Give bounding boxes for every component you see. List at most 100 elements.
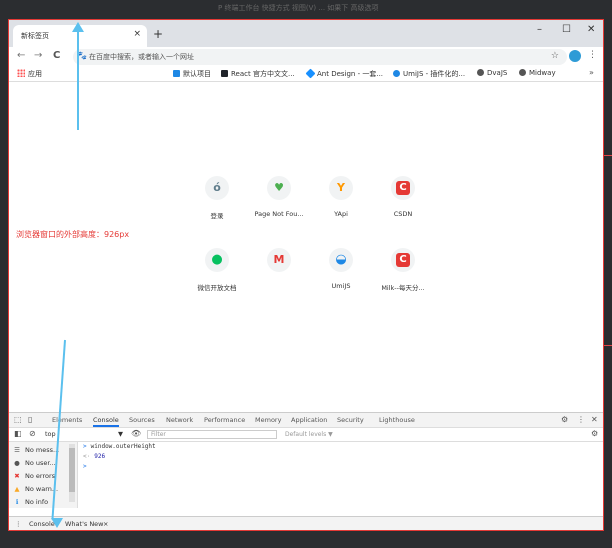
bookmark-item[interactable]: Ant Design - 一套... [305, 68, 383, 79]
shortcut-tile[interactable]: ó 登录 [187, 176, 247, 220]
clear-console-icon[interactable]: ⊘ [29, 429, 36, 438]
bookmark-item[interactable]: UmiJS - 插件化的... [393, 69, 465, 79]
shortcut-tile[interactable]: C Milk--每天分... [373, 248, 433, 292]
tab-application[interactable]: Application [291, 416, 327, 424]
context-value: top [45, 430, 56, 438]
sidebar-item-errors[interactable]: ✖ No errors [13, 472, 55, 480]
sidebar-toggle-icon[interactable]: ◧ [14, 429, 22, 438]
console-text: window.outerHeight [90, 443, 156, 450]
list-icon: ☰ [14, 446, 20, 454]
shortcut-tile[interactable]: C CSDN [373, 176, 433, 218]
console-settings-gear-icon[interactable]: ⚙ [591, 429, 598, 438]
bookmark-item[interactable]: Midway [519, 69, 556, 77]
shortcut-icon-circle: C [391, 248, 415, 272]
sidebar-item-info[interactable]: ℹ No info [13, 498, 48, 506]
drawer-tab-whats-new[interactable]: What's New [65, 520, 104, 528]
tab-sources[interactable]: Sources [129, 416, 155, 424]
sidebar-item-label: No mess... [25, 446, 60, 454]
bookmark-label: 默认项目 [183, 70, 211, 78]
shortcut-tile[interactable]: ● 微信开放文档 [187, 248, 247, 292]
shortcut-tile[interactable]: ◒ UmiJS [311, 248, 371, 290]
console-result: 926 [94, 453, 106, 460]
console-prompt: > [83, 463, 87, 470]
chevron-down-icon: ▼ [118, 430, 123, 438]
sidebar-scrollbar[interactable] [69, 444, 75, 502]
bookmark-favicon-icon [519, 69, 526, 76]
bookmark-favicon-icon [305, 68, 316, 79]
filter-input[interactable]: Filter [147, 430, 277, 439]
sidebar-item-label: No user... [25, 459, 56, 467]
device-toolbar-icon[interactable]: ▯ [28, 415, 32, 424]
apps-button[interactable]: 应用 [17, 69, 42, 79]
console-output: > window.outerHeight <· 926 > [83, 443, 156, 473]
shortcut-tile[interactable]: Y YApi [311, 176, 371, 218]
shortcut-tile[interactable]: ♥ Page Not Fou... [249, 176, 309, 218]
tab-elements[interactable]: Elements [52, 416, 82, 424]
address-bar[interactable]: 🐾 在百度中搜索，或者输入一个网址 ☆ [73, 49, 567, 65]
bookmark-label: DvaJS [487, 69, 508, 77]
info-icon: ℹ [15, 498, 19, 506]
tab-performance[interactable]: Performance [204, 416, 245, 424]
tab-console[interactable]: Console [93, 416, 119, 427]
gear-icon[interactable]: ⚙ [561, 415, 568, 424]
bookmark-item[interactable]: React 官方中文文... [221, 69, 295, 79]
sidebar-item-user-messages[interactable]: ● No user... [13, 459, 56, 467]
browser-toolbar: ← → C 🐾 在百度中搜索，或者输入一个网址 ☆ ⋮ [9, 47, 603, 67]
scrollbar-thumb[interactable] [69, 448, 75, 492]
close-window-button[interactable]: ✕ [587, 24, 595, 35]
bookmark-item[interactable]: DvaJS [477, 69, 507, 77]
sidebar-item-label: No info [25, 498, 49, 506]
profile-avatar[interactable] [569, 50, 581, 62]
maximize-button[interactable]: ☐ [562, 24, 571, 35]
shortcut-label: 登录 [210, 212, 224, 220]
new-tab-button[interactable]: + [153, 27, 163, 41]
sidebar-item-messages[interactable]: ☰ No mess... [13, 446, 59, 454]
bookmark-star-icon[interactable]: ☆ [551, 51, 559, 61]
sidebar-item-warnings[interactable]: ▲ No warn... [13, 485, 59, 493]
error-icon: ✖ [14, 472, 20, 480]
heart-icon: ♥ [274, 181, 284, 194]
drawer-menu-icon[interactable]: ⋮ [15, 520, 22, 528]
eye-icon[interactable]: 👁 [131, 429, 141, 438]
bookmarks-overflow-button[interactable]: » [589, 68, 594, 77]
shortcut-label: Milk--每天分... [381, 284, 425, 292]
forward-button[interactable]: → [34, 50, 42, 61]
tab-memory[interactable]: Memory [255, 416, 281, 424]
address-placeholder: 在百度中搜索，或者输入一个网址 [89, 53, 194, 61]
reload-button[interactable]: C [53, 50, 60, 61]
tab-security[interactable]: Security [337, 416, 364, 424]
console-input-line[interactable]: > [83, 463, 156, 473]
user-icon: ● [14, 459, 20, 467]
devtools-drawer: ⋮ Console What's New × [9, 516, 603, 530]
shortcut-icon-circle: ◒ [329, 248, 353, 272]
bookmarks-bar: 应用 默认项目 React 官方中文文... Ant Design - 一套..… [9, 67, 603, 82]
devtools-tab-bar: ⬚ ▯ Elements Console Sources Network Per… [9, 413, 603, 428]
apple-icon: ó [213, 181, 221, 194]
tab-network[interactable]: Network [166, 416, 193, 424]
tab-close-button[interactable]: × [133, 29, 141, 39]
bookmark-label: React 官方中文文... [231, 70, 295, 78]
apps-grid-icon [17, 69, 25, 77]
tab-lighthouse[interactable]: Lighthouse [379, 416, 415, 424]
devtools-panel: ⬚ ▯ Elements Console Sources Network Per… [9, 412, 603, 530]
tab-bar: 新标签页 × + – ☐ ✕ [9, 20, 603, 47]
shortcut-icon-circle: ♥ [267, 176, 291, 200]
more-options-icon[interactable]: ⋮ [577, 415, 585, 424]
shortcut-tile[interactable]: M [249, 248, 309, 282]
shortcut-label: 微信开放文档 [197, 284, 237, 292]
bookmark-item[interactable]: 默认项目 [173, 69, 211, 79]
browser-menu-icon[interactable]: ⋮ [588, 50, 597, 60]
close-devtools-icon[interactable]: ✕ [591, 415, 598, 424]
warning-icon: ▲ [14, 485, 20, 493]
bookmark-favicon-icon [173, 70, 180, 77]
minimize-button[interactable]: – [537, 24, 542, 35]
background-menu-text: P 终端工作台 快捷方式 视图(V) ... 如果下 高级选项 [218, 4, 379, 12]
close-icon[interactable]: × [103, 520, 108, 528]
shortcut-icon-circle: Y [329, 176, 353, 200]
sidebar-item-label: No errors [25, 472, 56, 480]
background-red-line [604, 345, 612, 346]
back-button[interactable]: ← [17, 50, 25, 61]
csdn-icon: C [396, 181, 410, 195]
log-levels-dropdown[interactable]: Default levels ▼ [285, 431, 333, 438]
inspect-element-icon[interactable]: ⬚ [14, 415, 22, 424]
